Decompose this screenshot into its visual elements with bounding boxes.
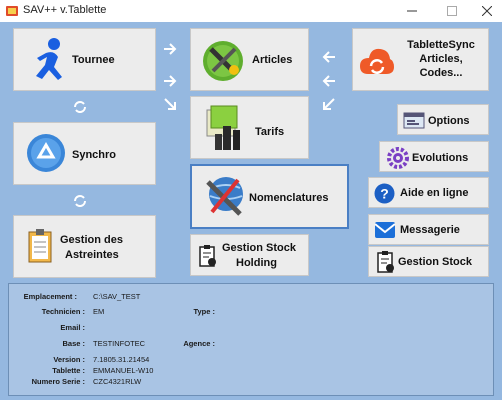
technicien-label: Technicien : (41, 307, 85, 316)
aide-label: Aide en ligne (400, 187, 469, 199)
evolutions-button[interactable]: Evolutions (379, 141, 489, 172)
mail-icon (374, 222, 396, 238)
sync-arrows-icon (74, 101, 86, 113)
minimize-icon (407, 10, 417, 12)
gestion-stock-label: Gestion Stock (398, 256, 472, 268)
tablette-value: EMMANUEL-W10 (93, 366, 154, 375)
email-label: Email : (60, 323, 85, 332)
svg-text:?: ? (380, 186, 389, 202)
agence-label: Agence : (183, 339, 215, 348)
tournee-button[interactable]: Tournee (13, 28, 156, 91)
numero-serie-value: CZC4321RLW (93, 377, 142, 386)
cloud-sync-icon (360, 48, 394, 74)
tournee-label: Tournee (72, 54, 115, 66)
messagerie-button[interactable]: Messagerie (368, 214, 489, 245)
base-value: TESTINFOTEC (93, 339, 146, 348)
close-button[interactable] (472, 0, 502, 22)
clipboard-check-icon (377, 251, 394, 273)
tablettesync-button[interactable]: TabletteSync Articles, Codes... (352, 28, 489, 91)
tools-icon (203, 41, 243, 81)
astreintes-label-1: Gestion des (60, 234, 123, 246)
arrow-down-left-icon (323, 98, 335, 110)
nomenclatures-label: Nomenclatures (249, 192, 329, 204)
clipboard-check-icon (199, 245, 216, 267)
help-icon: ? (374, 183, 395, 204)
title-bar: SAV++ v.Tablette (0, 0, 502, 22)
stock-holding-label-2: Holding (236, 257, 277, 269)
nomenclatures-button[interactable]: Nomenclatures (190, 164, 349, 229)
tablettesync-label-3: Codes... (419, 67, 463, 79)
astreintes-label-2: Astreintes (65, 249, 119, 261)
evolutions-label: Evolutions (412, 152, 469, 164)
version-value: 7.1805.31.21454 (93, 355, 150, 364)
clipboard-icon (28, 229, 52, 263)
gear-icon (387, 147, 409, 169)
version-label: Version : (53, 355, 85, 364)
sync-arrows-icon (74, 195, 86, 207)
technicien-value: EM (93, 307, 105, 316)
running-man-icon (36, 38, 62, 80)
aide-button[interactable]: ? Aide en ligne (368, 177, 489, 208)
gestion-stock-button[interactable]: Gestion Stock (368, 246, 489, 277)
tablette-label: Tablette : (52, 366, 85, 375)
arrow-down-right-icon (164, 98, 176, 110)
options-label: Options (428, 115, 470, 127)
arrow-left-icon (322, 51, 335, 63)
messagerie-label: Messagerie (400, 224, 460, 236)
stock-holding-label-1: Gestion Stock (222, 242, 296, 254)
arrow-right-icon (164, 43, 177, 55)
settings-window-icon (403, 112, 425, 129)
window-title: SAV++ v.Tablette (23, 4, 107, 16)
tarifs-label: Tarifs (255, 126, 285, 138)
articles-label: Articles (252, 54, 293, 66)
tarifs-button[interactable]: Tarifs (190, 96, 309, 159)
books-icon (206, 105, 240, 150)
recycle-icon (27, 134, 65, 172)
stock-holding-button[interactable]: Gestion Stock Holding (190, 234, 309, 276)
arrow-right-icon (164, 75, 177, 87)
synchro-label: Synchro (72, 149, 117, 161)
astreintes-button[interactable]: Gestion des Astreintes (13, 215, 156, 278)
minimize-button[interactable] (397, 0, 427, 22)
articles-button[interactable]: Articles (190, 28, 309, 91)
base-label: Base : (62, 339, 85, 348)
info-panel: Emplacement : C:\SAV_TEST Technicien : E… (8, 283, 494, 396)
maximize-button[interactable] (437, 0, 467, 22)
type-label: Type : (193, 307, 215, 316)
emplacement-value: C:\SAV_TEST (93, 292, 141, 301)
arrow-left-icon (322, 75, 335, 87)
maximize-icon (447, 6, 457, 16)
options-button[interactable]: Options (397, 104, 489, 135)
close-icon (482, 6, 492, 16)
globe-tools-icon (206, 177, 243, 216)
synchro-button[interactable]: Synchro (13, 122, 156, 185)
app-icon (6, 6, 18, 16)
emplacement-label: Emplacement : (23, 292, 77, 301)
tablettesync-label-2: Articles, (419, 53, 463, 65)
numero-serie-label: Numero Serie : (31, 377, 85, 386)
tablettesync-label-1: TabletteSync (407, 39, 475, 51)
